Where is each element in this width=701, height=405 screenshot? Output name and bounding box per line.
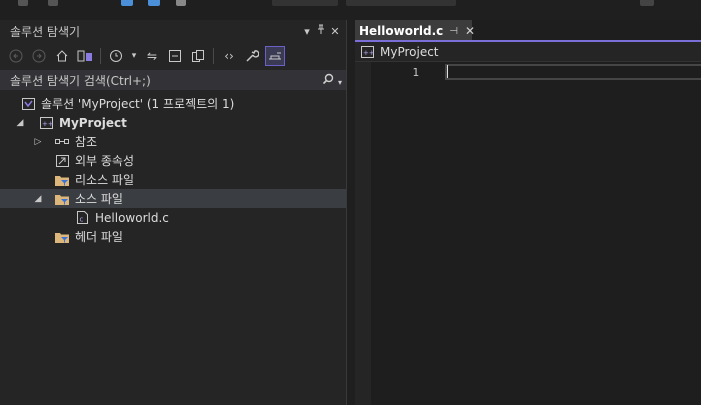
tree-item-resource-files[interactable]: 리소스 파일 xyxy=(0,170,346,189)
close-icon[interactable]: ✕ xyxy=(328,25,342,38)
nav-project-dropdown[interactable]: MyProject xyxy=(380,45,439,59)
references-icon xyxy=(54,135,70,149)
cpp-project-icon: ++ xyxy=(38,116,54,130)
svg-text:c: c xyxy=(79,216,83,224)
tree-item-helloworld-c[interactable]: c Helloworld.c xyxy=(0,208,346,227)
cpp-project-icon: ++ xyxy=(359,45,375,59)
expanded-arrow-icon[interactable]: ◢ xyxy=(32,194,44,204)
active-tab-accent-line xyxy=(355,40,701,42)
toolbar-separator xyxy=(100,48,101,64)
solution-explorer-titlebar: 솔루션 탐색기 ▾ ✕ xyxy=(0,20,346,42)
tree-label: 헤더 파일 xyxy=(75,230,123,244)
editor-margin xyxy=(355,62,371,405)
svg-text:++: ++ xyxy=(42,120,54,128)
solution-icon xyxy=(20,97,36,111)
search-input[interactable]: 솔루션 탐색기 검색(Ctrl+;) xyxy=(10,72,320,89)
text-caret xyxy=(447,65,448,78)
toolbar-separator xyxy=(213,48,214,64)
pin-icon[interactable] xyxy=(314,24,328,38)
solution-explorer-toolbar: ▾ ⇋ ‹› xyxy=(0,42,346,70)
code-editor-panel: Helloworld.c ⊣ ✕ ++ MyProject 1 xyxy=(355,20,701,405)
tree-label: 솔루션 'MyProject' (1 프로젝트의 1) xyxy=(41,97,235,111)
tree-label: 외부 종속성 xyxy=(75,154,135,168)
solution-explorer-panel: 솔루션 탐색기 ▾ ✕ ▾ ⇋ ‹› 솔루션 탐색기 검색(Ctrl+;) ▾ … xyxy=(0,20,347,405)
tree-label: MyProject xyxy=(59,115,127,130)
c-file-icon: c xyxy=(74,211,90,225)
line-number: 1 xyxy=(412,66,419,79)
collapse-all-icon[interactable] xyxy=(165,46,185,66)
window-position-dropdown-icon[interactable]: ▾ xyxy=(300,25,314,38)
filter-dropdown-icon[interactable]: ▾ xyxy=(129,46,139,66)
pending-changes-filter-icon[interactable] xyxy=(106,46,126,66)
tree-label: Helloworld.c xyxy=(95,210,169,225)
current-line-highlight xyxy=(445,64,701,80)
search-icon[interactable]: ▾ xyxy=(320,73,342,88)
preview-selected-items-icon[interactable] xyxy=(265,46,285,66)
tab-helloworld-c[interactable]: Helloworld.c ⊣ ✕ xyxy=(355,20,475,40)
main-toolbar-strip xyxy=(0,0,701,20)
home-icon[interactable] xyxy=(52,46,72,66)
pin-tab-icon[interactable]: ⊣ xyxy=(449,26,458,37)
tree-item-header-files[interactable]: 헤더 파일 xyxy=(0,227,346,246)
tree-item-references[interactable]: ▷ 참조 xyxy=(0,132,346,151)
navigation-bar[interactable]: ++ MyProject xyxy=(355,42,701,62)
tree-label: 리소스 파일 xyxy=(75,173,135,187)
back-icon[interactable] xyxy=(6,46,26,66)
properties-wrench-icon[interactable] xyxy=(242,46,262,66)
show-all-files-icon[interactable] xyxy=(188,46,208,66)
forward-icon[interactable] xyxy=(29,46,49,66)
tab-label: Helloworld.c xyxy=(359,24,444,38)
tree-item-source-files[interactable]: ◢ 소스 파일 xyxy=(0,189,346,208)
folder-filter-icon xyxy=(54,192,70,206)
tree-item-external-dependencies[interactable]: 외부 종속성 xyxy=(0,151,346,170)
sync-active-document-icon[interactable]: ⇋ xyxy=(142,46,162,66)
collapsed-arrow-icon[interactable]: ▷ xyxy=(32,137,44,147)
close-tab-icon[interactable]: ✕ xyxy=(465,24,475,38)
expanded-arrow-icon[interactable]: ◢ xyxy=(14,118,26,128)
switch-views-icon[interactable] xyxy=(75,46,95,66)
solution-tree: 솔루션 'MyProject' (1 프로젝트의 1) ◢ ++ MyProje… xyxy=(0,90,346,246)
code-area[interactable]: 1 xyxy=(371,62,701,405)
view-code-icon[interactable]: ‹› xyxy=(219,46,239,66)
solution-explorer-search[interactable]: 솔루션 탐색기 검색(Ctrl+;) ▾ xyxy=(0,70,346,90)
svg-text:++: ++ xyxy=(363,49,375,57)
folder-filter-icon xyxy=(54,230,70,244)
document-tab-bar: Helloworld.c ⊣ ✕ xyxy=(355,20,701,42)
solution-explorer-title: 솔루션 탐색기 xyxy=(10,24,81,39)
tree-solution-node[interactable]: 솔루션 'MyProject' (1 프로젝트의 1) xyxy=(0,94,346,113)
external-dependencies-icon xyxy=(54,154,70,168)
tree-project-node[interactable]: ◢ ++ MyProject xyxy=(0,113,346,132)
folder-filter-icon xyxy=(54,173,70,187)
tree-label: 참조 xyxy=(75,135,98,149)
tree-label: 소스 파일 xyxy=(75,192,123,206)
